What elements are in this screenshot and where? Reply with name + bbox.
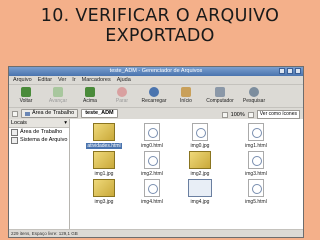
file-name: img2.html — [141, 171, 163, 177]
file-item[interactable]: img2.jpg — [178, 151, 222, 177]
menu-arquivo[interactable]: Arquivo — [13, 76, 32, 84]
zoom-level: 100% — [230, 111, 245, 118]
up-button[interactable]: Acima — [76, 85, 104, 104]
window-title: teste_ADM - Gerenciador de Arquivos — [109, 68, 203, 74]
image-thumbnail-icon — [93, 151, 115, 169]
zoom-controls: 100% Ver como ícones — [221, 110, 300, 119]
forward-arrow-icon — [53, 87, 63, 97]
computer-button[interactable]: Computador — [204, 85, 236, 104]
drive-icon — [11, 136, 18, 144]
chevron-down-icon: ▾ — [64, 120, 67, 126]
toggle-path-button[interactable] — [12, 110, 18, 117]
file-name: img4.html — [141, 199, 163, 205]
file-item[interactable]: img4.html — [130, 179, 174, 205]
desktop-icon — [25, 111, 30, 116]
file-name: atividades.html — [86, 143, 122, 149]
html-file-icon — [144, 151, 160, 169]
forward-button[interactable]: Avançar — [44, 85, 72, 104]
path-button-desktop[interactable]: Área de Trabalho — [21, 109, 79, 118]
zoom-in-button[interactable] — [247, 111, 254, 118]
search-button[interactable]: Pesquisar — [240, 85, 268, 104]
stop-button[interactable]: Parar — [108, 85, 136, 104]
file-name: img0.jpg — [190, 143, 210, 149]
file-name: img3.jpg — [94, 199, 114, 205]
minimize-icon[interactable] — [279, 68, 285, 74]
main-area: Locais ▾ Área de Trabalho Sistema de Arqu… — [9, 119, 303, 230]
back-arrow-icon — [21, 87, 31, 97]
menu-marcadores[interactable]: Marcadores — [82, 76, 111, 84]
file-name: img1.jpg — [94, 171, 114, 177]
maximize-icon[interactable] — [287, 68, 293, 74]
sidebar-item-desktop[interactable]: Área de Trabalho — [9, 128, 69, 136]
html-file-icon — [144, 123, 160, 141]
sidebar-header[interactable]: Locais ▾ — [9, 119, 69, 128]
menu-bar: Arquivo Editar Ver Ir Marcadores Ajuda — [9, 76, 303, 85]
up-arrow-icon — [85, 87, 95, 97]
file-name: img4.jpg — [190, 199, 210, 205]
file-grid: atividades.html img0.html img0.jpg img1.htm… — [70, 119, 303, 230]
image-thumbnail-icon — [93, 179, 115, 197]
file-item[interactable]: img0.jpg — [178, 123, 222, 149]
toolbar: Voltar Avançar Acima Parar Recarregar In… — [9, 85, 303, 108]
home-button[interactable]: Início — [172, 85, 200, 104]
file-item[interactable]: img5.html — [234, 179, 278, 205]
path-button-current[interactable]: teste_ADM — [81, 109, 118, 118]
image-thumbnail-icon — [93, 123, 115, 141]
menu-ir[interactable]: Ir — [72, 76, 75, 84]
close-icon[interactable] — [295, 68, 301, 74]
file-item[interactable]: img0.html — [130, 123, 174, 149]
file-name: img1.html — [245, 143, 267, 149]
file-item[interactable]: img1.html — [234, 123, 278, 149]
sidebar: Locais ▾ Área de Trabalho Sistema de Arqu… — [9, 119, 70, 230]
image-thumbnail-icon — [188, 179, 212, 197]
file-name: img0.html — [141, 143, 163, 149]
computer-icon — [215, 87, 225, 97]
file-manager-window: teste_ADM - Gerenciador de Arquivos Arqu… — [8, 66, 304, 238]
html-file-icon — [248, 123, 264, 141]
html-file-icon — [144, 179, 160, 197]
file-item[interactable]: img3.jpg — [82, 179, 126, 205]
menu-editar[interactable]: Editar — [38, 76, 52, 84]
slide-title-line2: EXPORTADO — [105, 26, 215, 46]
home-icon — [181, 87, 191, 97]
file-name: img3.html — [245, 171, 267, 177]
stop-icon — [117, 87, 127, 97]
html-file-icon — [248, 179, 264, 197]
reload-button[interactable]: Recarregar — [140, 85, 168, 104]
reload-icon — [149, 87, 159, 97]
menu-ver[interactable]: Ver — [58, 76, 66, 84]
slide-title: 10. VERIFICAR O ARQUIVO EXPORTADO — [0, 6, 320, 46]
html-file-icon — [192, 123, 208, 141]
image-thumbnail-icon — [189, 151, 211, 169]
status-bar: 229 itens, Espaço livre: 129,1 GB — [9, 229, 303, 237]
file-name: img2.jpg — [190, 171, 210, 177]
window-titlebar[interactable]: teste_ADM - Gerenciador de Arquivos — [9, 67, 303, 76]
view-mode-select[interactable]: Ver como ícones — [256, 110, 300, 119]
file-name: img5.html — [245, 199, 267, 205]
slide-title-line1: 10. VERIFICAR O ARQUIVO — [40, 6, 280, 26]
file-item[interactable]: atividades.html — [82, 123, 126, 149]
zoom-out-button[interactable] — [221, 111, 228, 118]
file-item[interactable]: img1.jpg — [82, 151, 126, 177]
file-item[interactable]: img2.html — [130, 151, 174, 177]
desktop-icon — [11, 128, 18, 136]
back-button[interactable]: Voltar — [12, 85, 40, 104]
search-icon — [249, 87, 259, 97]
file-item[interactable]: img4.jpg — [178, 179, 222, 205]
menu-ajuda[interactable]: Ajuda — [117, 76, 131, 84]
html-file-icon — [248, 151, 264, 169]
file-item[interactable]: img3.html — [234, 151, 278, 177]
sidebar-item-filesystem[interactable]: Sistema de Arquivo — [9, 136, 69, 144]
